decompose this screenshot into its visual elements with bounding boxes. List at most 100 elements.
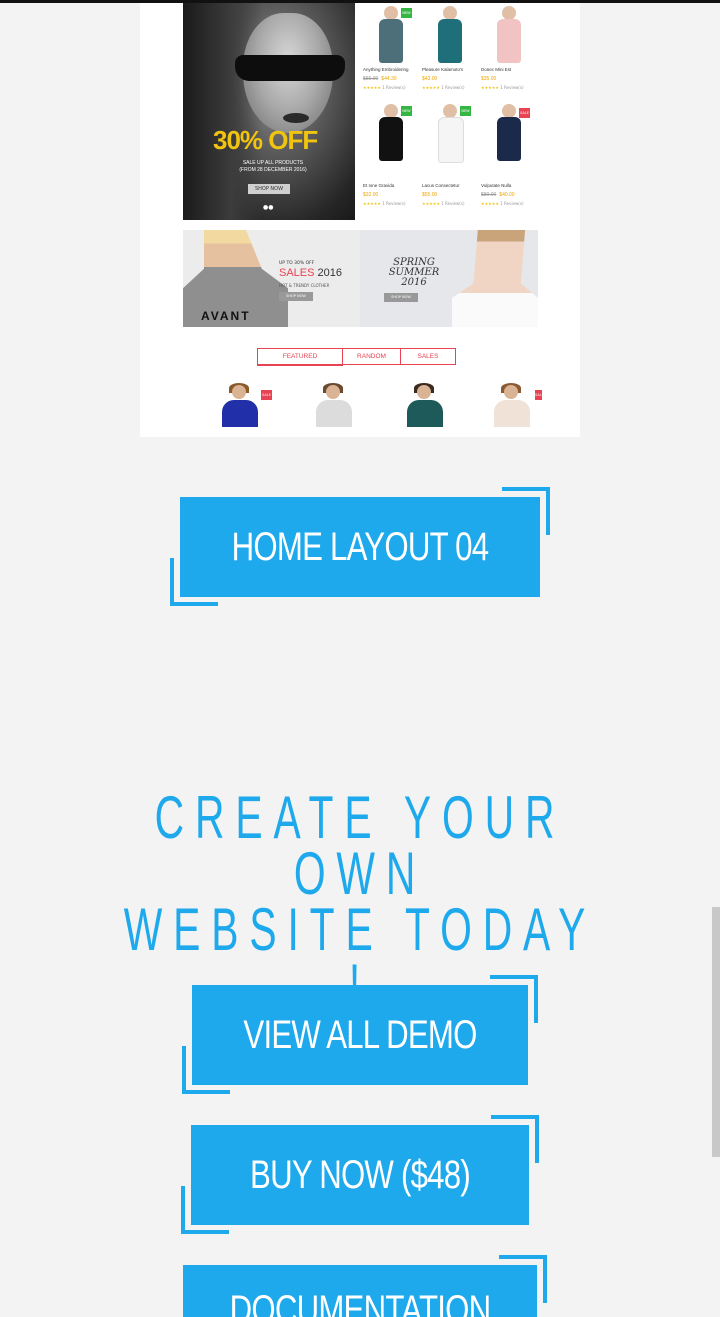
product-image[interactable] — [487, 5, 531, 65]
product-name[interactable]: Et Ione Gravida — [363, 183, 394, 188]
dress — [379, 117, 403, 161]
dress — [438, 19, 462, 63]
product-card[interactable]: SALE Vulputate Nulla $80.00 $40.00 ★★★★★ … — [481, 103, 537, 206]
star-icons: ★★★★★ — [422, 85, 440, 90]
buy-now-label: BUY NOW ($48) — [250, 1153, 471, 1197]
documentation-button[interactable]: DOCUMENTATION — [183, 1265, 537, 1317]
new-badge: NEW — [401, 8, 412, 18]
view-all-demo-button[interactable]: VIEW ALL DEMO — [192, 985, 528, 1085]
hero-banner[interactable]: 30% OFF SALE UP ALL PRODUCTS (FROM 28 DE… — [183, 3, 355, 220]
product-card[interactable]: NEW Et Ione Gravida $32.00 ★★★★★ 1 Revie… — [363, 103, 419, 206]
headline-line-1: CREATE YOUR OWN — [154, 784, 566, 907]
star-icons: ★★★★★ — [481, 201, 499, 206]
product-card[interactable]: NEW Anything Embroidering $55.00 $44.30 ★… — [363, 5, 419, 105]
old-price: $55.00 — [363, 76, 379, 82]
product-thumbnail[interactable] — [403, 383, 447, 427]
product-thumbnail[interactable]: SALE — [490, 383, 544, 427]
product-price: $55.00 $44.30 — [363, 76, 397, 82]
model-head — [502, 6, 516, 20]
banner-tagline: HOT & TRENDY CLOTHER — [279, 283, 330, 288]
sale-badge: SALE — [535, 390, 544, 400]
hero-shop-button[interactable]: SHOP NOW — [248, 184, 290, 194]
new-price: $43.00 — [422, 76, 438, 82]
hero-model-sunglasses — [235, 55, 345, 81]
scrollbar-thumb[interactable] — [712, 907, 720, 1157]
new-price: $44.30 — [381, 76, 397, 82]
model-head — [504, 385, 518, 399]
dress — [497, 19, 521, 63]
hero-discount-text: 30% OFF — [213, 125, 318, 155]
model-head — [417, 385, 431, 399]
home-layout-04-label: HOME LAYOUT 04 — [231, 525, 489, 569]
product-thumbnail[interactable]: SALE — [218, 383, 272, 427]
model-head — [384, 104, 398, 118]
dress — [497, 117, 521, 161]
banner-shop-button[interactable]: SHOP NOW — [384, 293, 418, 302]
rating-stars: ★★★★★ 1 Review(s) — [481, 201, 524, 206]
rating-stars: ★★★★★ 1 Review(s) — [363, 85, 406, 90]
model-top — [316, 400, 352, 427]
review-count: 1 Review(s) — [441, 201, 465, 206]
model-head — [502, 104, 516, 118]
banner-discount: UP TO 30% OFF — [279, 261, 315, 266]
shirt-print: AVANT — [201, 309, 251, 323]
product-name[interactable]: Lacus Consectetur — [422, 183, 460, 188]
product-card[interactable]: Donec Mini Est $35.00 ★★★★★ 1 Review(s) — [481, 5, 537, 105]
promo-banner-sales[interactable]: AVANT UP TO 30% OFF SALES 2016 HOT & TRE… — [183, 230, 360, 327]
model-head — [384, 6, 398, 20]
new-price: $35.00 — [481, 76, 497, 82]
model-head — [443, 6, 457, 20]
review-count: 1 Review(s) — [382, 201, 406, 206]
product-card[interactable]: NEW Lacus Consectetur $55.00 ★★★★★ 1 Rev… — [422, 103, 478, 206]
home-layout-04-button[interactable]: HOME LAYOUT 04 — [180, 497, 540, 597]
banner-title-year: 2016 — [317, 267, 343, 279]
review-count: 1 Review(s) — [500, 201, 524, 206]
product-thumbnail[interactable] — [312, 383, 356, 427]
sale-badge: SALE — [261, 390, 272, 400]
review-count: 1 Review(s) — [441, 85, 465, 90]
product-card[interactable]: Pleasure Kalamoto's $43.00 ★★★★★ 1 Revie… — [422, 5, 478, 105]
tab-featured[interactable]: FEATURED — [257, 348, 343, 366]
product-price: $55.00 — [422, 192, 437, 198]
banner-title: SALES 2016 — [279, 267, 342, 279]
rating-stars: ★★★★★ 1 Review(s) — [422, 201, 465, 206]
banner-shop-button[interactable]: SHOP NOW — [279, 292, 313, 301]
promo-banner-spring[interactable]: SPRING SUMMER 2016 SHOP NOW — [360, 230, 538, 327]
model-head — [443, 104, 457, 118]
rating-stars: ★★★★★ 1 Review(s) — [363, 201, 406, 206]
buy-now-button[interactable]: BUY NOW ($48) — [191, 1125, 529, 1225]
star-icons: ★★★★★ — [481, 85, 499, 90]
product-price: $80.00 $40.00 — [481, 192, 515, 198]
old-price: $80.00 — [481, 192, 497, 198]
sale-badge: SALE — [519, 108, 530, 118]
hero-model-lips — [283, 113, 309, 123]
product-price: $35.00 — [481, 76, 496, 82]
view-all-demo-label: VIEW ALL DEMO — [243, 1013, 477, 1057]
model-head — [232, 385, 246, 399]
documentation-label: DOCUMENTATION — [229, 1288, 492, 1317]
spring-line-3: 2016 — [401, 277, 427, 288]
product-price: $43.00 — [422, 76, 437, 82]
tab-sales[interactable]: SALES — [401, 348, 456, 365]
rating-stars: ★★★★★ 1 Review(s) — [422, 85, 465, 90]
banner-title-sales: SALES — [279, 267, 315, 279]
tab-random[interactable]: RANDOM — [343, 348, 401, 365]
hero-slider-dots[interactable]: ●● — [263, 204, 273, 211]
rating-stars: ★★★★★ 1 Review(s) — [481, 85, 524, 90]
product-image[interactable] — [428, 5, 472, 65]
review-count: 1 Review(s) — [382, 85, 406, 90]
product-name[interactable]: Vulputate Nulla — [481, 183, 511, 188]
model-head — [326, 385, 340, 399]
product-name[interactable]: Anything Embroidering — [363, 67, 409, 72]
dress — [379, 19, 403, 63]
new-price: $40.00 — [499, 192, 515, 198]
model-top — [494, 400, 530, 427]
model-top — [222, 400, 258, 427]
new-badge: NEW — [401, 106, 412, 116]
page-headline: CREATE YOUR OWN WEBSITE TODAY ! — [0, 784, 720, 1016]
product-name[interactable]: Donec Mini Est — [481, 67, 511, 72]
demo-preview-screenshot[interactable]: 30% OFF SALE UP ALL PRODUCTS (FROM 28 DE… — [140, 3, 580, 437]
product-name[interactable]: Pleasure Kalamoto's — [422, 67, 463, 72]
spring-summer-title: SPRING SUMMER 2016 — [384, 258, 444, 288]
dress — [438, 117, 464, 163]
